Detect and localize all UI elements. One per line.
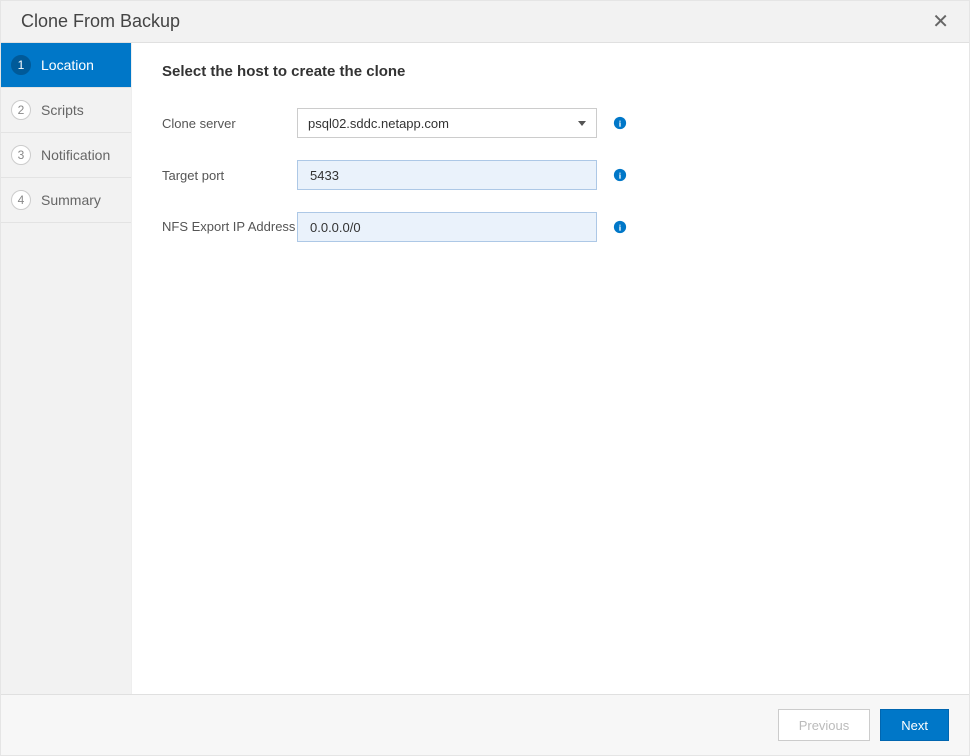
nfs-export-ip-input[interactable]: [297, 212, 597, 242]
step-scripts[interactable]: 2 Scripts: [1, 88, 131, 133]
close-icon[interactable]: ✕: [932, 12, 949, 32]
wizard-footer: Previous Next: [1, 694, 969, 755]
info-icon[interactable]: i: [613, 168, 627, 182]
step-number: 4: [11, 190, 31, 210]
step-label: Notification: [41, 147, 110, 163]
step-location[interactable]: 1 Location: [1, 43, 131, 88]
dialog-header: Clone From Backup ✕: [1, 1, 969, 43]
caret-down-icon: [578, 121, 586, 126]
step-number: 3: [11, 145, 31, 165]
step-label: Summary: [41, 192, 101, 208]
step-label: Scripts: [41, 102, 84, 118]
wizard-content: Select the host to create the clone Clon…: [131, 43, 969, 694]
step-number: 1: [11, 55, 31, 75]
step-label: Location: [41, 57, 94, 73]
wizard-sidebar: 1 Location 2 Scripts 3 Notification 4 Su…: [1, 43, 131, 694]
nfs-export-ip-label: NFS Export IP Address: [162, 218, 297, 236]
target-port-input[interactable]: [297, 160, 597, 190]
previous-button[interactable]: Previous: [778, 709, 871, 741]
info-icon[interactable]: i: [613, 116, 627, 130]
target-port-label: Target port: [162, 168, 297, 183]
content-heading: Select the host to create the clone: [162, 63, 939, 80]
next-button[interactable]: Next: [880, 709, 949, 741]
step-notification[interactable]: 3 Notification: [1, 133, 131, 178]
clone-server-select[interactable]: psql02.sddc.netapp.com: [297, 108, 597, 138]
dialog-title: Clone From Backup: [21, 11, 180, 32]
step-number: 2: [11, 100, 31, 120]
clone-server-value: psql02.sddc.netapp.com: [308, 116, 449, 131]
clone-server-label: Clone server: [162, 116, 297, 131]
info-icon[interactable]: i: [613, 220, 627, 234]
step-summary[interactable]: 4 Summary: [1, 178, 131, 223]
